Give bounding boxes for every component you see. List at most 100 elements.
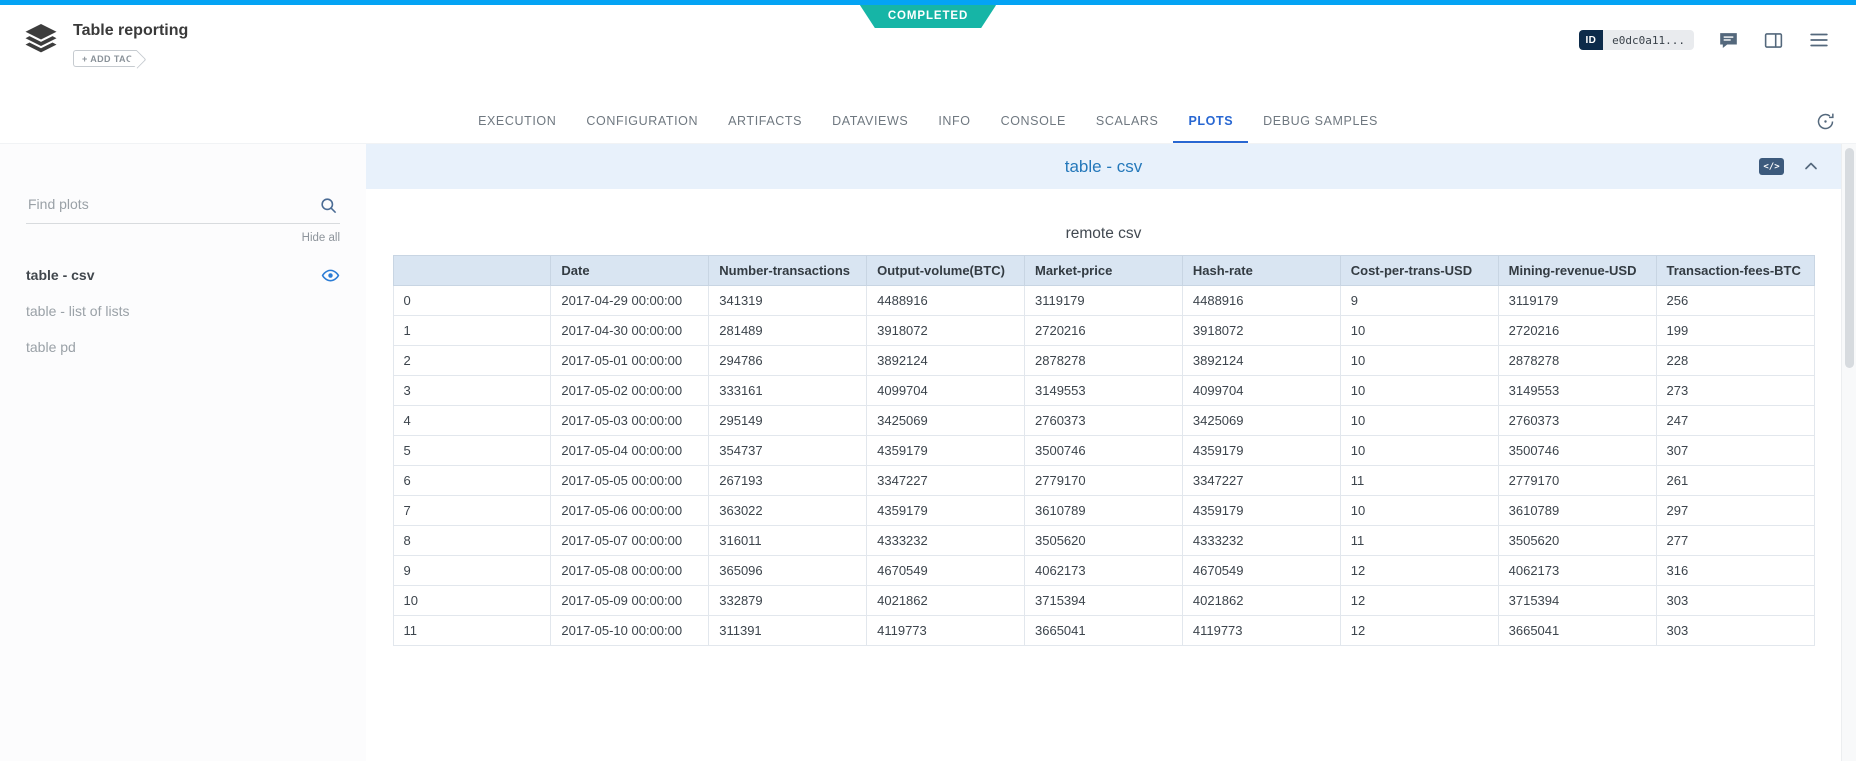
table-cell: 4670549 [1182,556,1340,586]
refresh-icon[interactable] [1815,111,1836,132]
table-cell: 9 [1340,286,1498,316]
table-cell: 10 [393,586,551,616]
table-cell: 332879 [709,586,867,616]
table-cell: 303 [1656,586,1814,616]
table-cell: 10 [1340,496,1498,526]
table-cell: 2017-05-01 00:00:00 [551,346,709,376]
scrollbar-thumb[interactable] [1845,148,1854,368]
table-cell: 4062173 [1498,556,1656,586]
header-left: Table reporting + ADD TAG [24,22,188,67]
data-table: DateNumber-transactionsOutput-volume(BTC… [393,255,1815,646]
table-cell: 4062173 [1025,556,1183,586]
table-cell: 277 [1656,526,1814,556]
experiment-id-badge[interactable]: ID e0dc0a11... [1579,30,1694,50]
table-cell: 0 [393,286,551,316]
table-cell: 10 [1340,406,1498,436]
table-cell: 3149553 [1498,376,1656,406]
table-cell: 2878278 [1498,346,1656,376]
tab-console[interactable]: CONSOLE [986,100,1081,143]
table-cell: 3425069 [1182,406,1340,436]
table-cell: 2017-05-07 00:00:00 [551,526,709,556]
collapse-chevron-icon[interactable] [1801,156,1821,176]
table-cell: 10 [1340,346,1498,376]
table-cell: 199 [1656,316,1814,346]
plot-list-item[interactable]: table - csv [26,257,340,293]
table-cell: 11 [393,616,551,646]
table-cell: 365096 [709,556,867,586]
table-row: 02017-04-29 00:00:00341319 44889163119179… [393,286,1814,316]
table-cell: 2017-04-29 00:00:00 [551,286,709,316]
tab-debug-samples[interactable]: DEBUG SAMPLES [1248,100,1393,143]
table-cell: 3892124 [867,346,1025,376]
table-row: 112017-05-10 00:00:003113914119773366504… [393,616,1814,646]
table-header-row: DateNumber-transactionsOutput-volume(BTC… [393,256,1814,286]
table-header-cell: Number-transactions [709,256,867,286]
plot-panel-header: table - csv </> [366,144,1841,189]
table-header-cell: Cost-per-trans-USD [1340,256,1498,286]
table-header-cell [393,256,551,286]
scrollbar[interactable] [1841,144,1856,761]
table-cell: 4119773 [1182,616,1340,646]
table-cell: 2720216 [1025,316,1183,346]
table-row: 32017-05-02 00:00:0033316140997043149553… [393,376,1814,406]
table-cell: 2017-05-09 00:00:00 [551,586,709,616]
table-cell: 3119179 [1025,286,1183,316]
table-cell: 4021862 [867,586,1025,616]
table-cell: 3500746 [1498,436,1656,466]
table-cell: 12 [1340,556,1498,586]
tab-execution[interactable]: EXECUTION [463,100,571,143]
table-cell: 4359179 [867,496,1025,526]
table-row: 42017-05-03 00:00:0029514934250692760373… [393,406,1814,436]
table-cell: 3918072 [1182,316,1340,346]
header-right: ID e0dc0a11... [1579,29,1830,51]
table-cell: 1 [393,316,551,346]
table-cell: 363022 [709,496,867,526]
table-cell: 2017-05-06 00:00:00 [551,496,709,526]
table-cell: 8 [393,526,551,556]
table-cell: 4333232 [1182,526,1340,556]
find-plots-input[interactable] [28,196,312,212]
table-cell: 267193 [709,466,867,496]
visibility-eye-icon[interactable] [321,266,340,285]
table-row: 82017-05-07 00:00:0031601143332323505620… [393,526,1814,556]
tab-dataviews[interactable]: DATAVIEWS [817,100,923,143]
id-badge-label: ID [1579,30,1604,50]
table-cell: 12 [1340,616,1498,646]
table-cell: 6 [393,466,551,496]
comment-icon[interactable] [1718,30,1739,51]
table-cell: 3347227 [1182,466,1340,496]
table-cell: 261 [1656,466,1814,496]
tab-configuration[interactable]: CONFIGURATION [571,100,713,143]
table-cell: 316011 [709,526,867,556]
plot-list-item[interactable]: table - list of lists [26,293,340,329]
table-row: 12017-04-30 00:00:0028148939180722720216… [393,316,1814,346]
layout-icon[interactable] [1763,30,1784,51]
tab-info[interactable]: INFO [923,100,985,143]
tab-plots[interactable]: PLOTS [1173,100,1248,143]
table-header-cell: Date [551,256,709,286]
table-cell: 4488916 [1182,286,1340,316]
table-row: 72017-05-06 00:00:0036302243591793610789… [393,496,1814,526]
plot-item-label: table pd [26,339,76,355]
menu-icon[interactable] [1808,29,1830,51]
title-block: Table reporting + ADD TAG [73,22,188,67]
table-cell: 333161 [709,376,867,406]
table-cell: 5 [393,436,551,466]
table-cell: 341319 [709,286,867,316]
table-cell: 3918072 [867,316,1025,346]
hide-all-button[interactable]: Hide all [26,232,340,244]
plot-list: table - csv table - list of lists table pd [26,257,340,365]
table-header-cell: Hash-rate [1182,256,1340,286]
plot-list-item[interactable]: table pd [26,329,340,365]
tab-scalars[interactable]: SCALARS [1081,100,1174,143]
plot-item-label: table - csv [26,267,94,283]
table-cell: 256 [1656,286,1814,316]
embed-code-icon[interactable]: </> [1759,158,1784,175]
table-cell: 4670549 [867,556,1025,586]
table-cell: 4333232 [867,526,1025,556]
add-tag-button[interactable]: + ADD TAG [73,50,137,67]
tab-artifacts[interactable]: ARTIFACTS [713,100,817,143]
plots-sidebar: Hide all table - csv table - list of list… [0,144,366,761]
plot-item-label: table - list of lists [26,303,129,319]
table-cell: 2779170 [1498,466,1656,496]
